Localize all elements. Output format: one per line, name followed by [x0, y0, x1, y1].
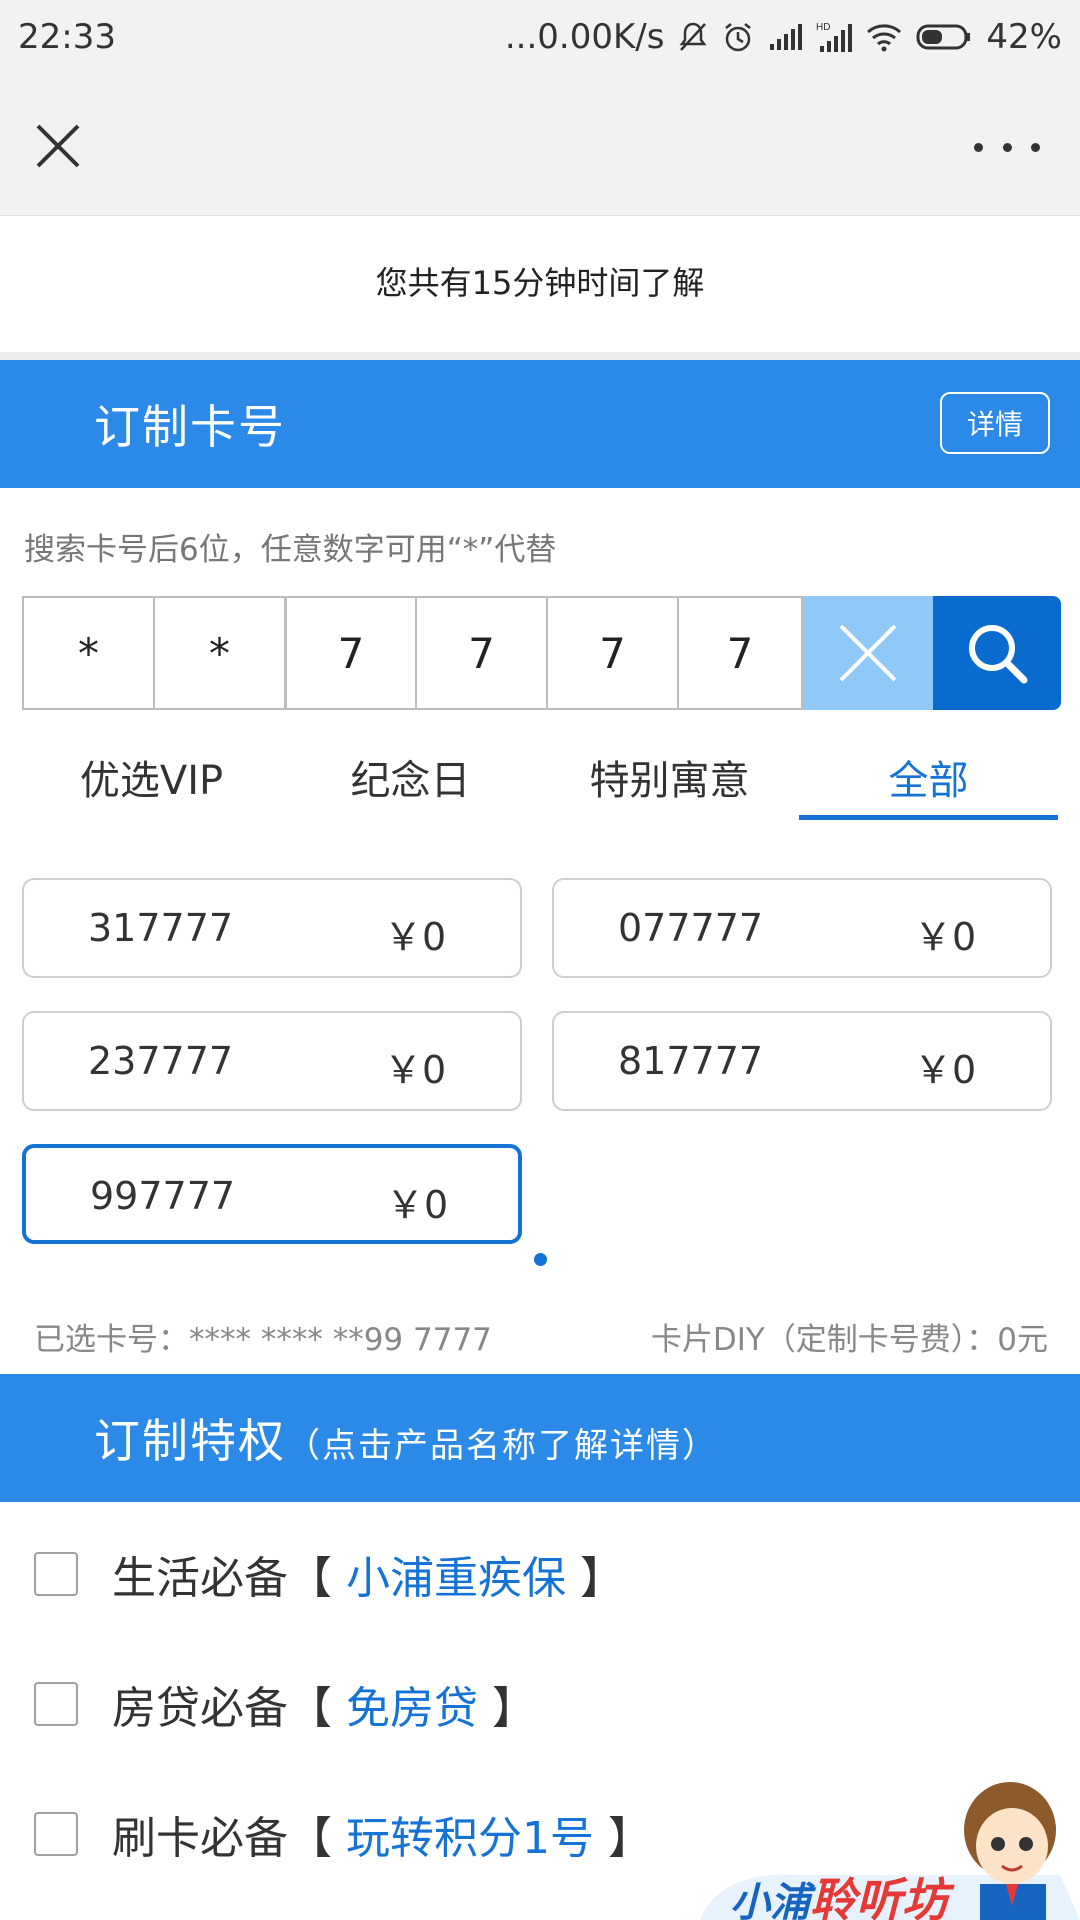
hd-signal-icon: HD: [816, 20, 853, 54]
mascot-icon: 小浦 聆听坊: [700, 1782, 1080, 1920]
privilege-item-suffix: 】: [478, 1683, 536, 1734]
digit-input-row: * * 7 7 7 7: [22, 596, 1061, 710]
time-notice: 您共有15分钟时间了解: [375, 264, 705, 302]
digit-input-5[interactable]: 7: [546, 596, 677, 710]
search-button[interactable]: [933, 596, 1061, 710]
privilege-item-text: 刷卡必备【 玩转积分1号 】: [112, 1802, 652, 1866]
wifi-icon: [866, 22, 902, 52]
privilege-item: 生活必备【 小浦重疾保 】: [0, 1534, 1080, 1614]
privilege-item-prefix: 房贷必备【: [112, 1683, 346, 1734]
number-option-number: 317777: [88, 906, 234, 950]
number-option-number: 817777: [618, 1039, 764, 1083]
search-icon: [969, 625, 1028, 684]
number-option-price: ￥0: [384, 1048, 447, 1092]
digit-input-6[interactable]: 7: [677, 596, 803, 710]
svg-text:小浦: 小浦: [730, 1881, 817, 1920]
privilege-item-text: 生活必备【 小浦重疾保 】: [112, 1542, 624, 1606]
battery-percent: 42%: [986, 17, 1062, 57]
fee-label: 卡片DIY（定制卡号费）：0元: [650, 1322, 1048, 1358]
clipped-banner: [0, 216, 1080, 224]
more-icon-dot: [1031, 142, 1040, 152]
title-bar: [0, 74, 1080, 216]
more-icon-dot: [1002, 142, 1012, 152]
number-option[interactable]: 817777 ￥0: [552, 1011, 1052, 1111]
tab-vip[interactable]: 优选VIP: [22, 740, 281, 820]
number-option-number: 237777: [88, 1039, 234, 1083]
privilege-item-prefix: 生活必备【: [112, 1553, 346, 1604]
privilege-checkbox[interactable]: [34, 1552, 78, 1596]
tab-all[interactable]: 全部: [799, 740, 1058, 820]
details-button[interactable]: 详情: [940, 392, 1050, 454]
number-option[interactable]: 237777 ￥0: [22, 1011, 522, 1111]
svg-text:HD: HD: [816, 22, 830, 33]
privilege-checkbox[interactable]: [34, 1682, 78, 1726]
status-icons: ...0.00K/s HD 42%: [505, 17, 1062, 57]
tab-special-meaning[interactable]: 特别寓意: [540, 740, 799, 820]
category-tabs: 优选VIP 纪念日 特别寓意 全部: [22, 740, 1058, 820]
number-option-selected[interactable]: 997777 ￥0: [22, 1144, 522, 1244]
privilege-item-prefix: 刷卡必备【: [112, 1813, 346, 1864]
number-option[interactable]: 317777 ￥0: [22, 878, 522, 978]
clear-button[interactable]: [803, 596, 933, 710]
privilege-subtitle: （点击产品名称了解详情）: [286, 1426, 718, 1466]
section-title: 订制卡号: [94, 400, 286, 454]
number-option[interactable]: 077777 ￥0: [552, 878, 1052, 978]
privilege-checkbox[interactable]: [34, 1812, 78, 1856]
clear-icon: [839, 624, 897, 682]
number-option-price: ￥0: [914, 915, 977, 959]
number-option-number: 077777: [618, 906, 764, 950]
more-icon-dot: [974, 142, 983, 152]
more-button[interactable]: [974, 132, 1040, 162]
privilege-item-suffix: 】: [594, 1813, 652, 1864]
number-option-price: ￥0: [914, 1048, 977, 1092]
network-speed: ...0.00K/s: [504, 17, 665, 57]
privilege-product-link[interactable]: 小浦重疾保: [346, 1553, 566, 1604]
section-divider: [0, 352, 1080, 360]
privilege-title-text: 订制特权: [94, 1414, 286, 1468]
card-number-header: 订制卡号 详情: [0, 360, 1080, 488]
close-button[interactable]: [30, 118, 86, 174]
svg-text:聆听坊: 聆听坊: [810, 1874, 955, 1920]
digit-input-3[interactable]: 7: [284, 596, 415, 710]
selected-number-label: 已选卡号：**** **** **99 7777: [34, 1322, 492, 1358]
status-bar: 22:33 ...0.00K/s HD 42%: [0, 0, 1080, 74]
signal-icon: [768, 22, 803, 52]
mascot-float-button[interactable]: 小浦 聆听坊: [660, 1780, 1080, 1920]
search-hint: 搜索卡号后6位，任意数字可用“*”代替: [24, 532, 557, 568]
privilege-product-link[interactable]: 玩转积分1号: [346, 1813, 594, 1864]
digit-input-1[interactable]: *: [22, 596, 153, 710]
digit-input-4[interactable]: 7: [415, 596, 546, 710]
number-option-price: ￥0: [386, 1183, 449, 1227]
number-option-price: ￥0: [384, 915, 447, 959]
page-indicator-dot: [534, 1253, 547, 1266]
digit-input-2[interactable]: *: [153, 596, 284, 710]
privilege-product-link[interactable]: 免房贷: [346, 1683, 478, 1734]
close-icon: [36, 124, 80, 168]
alarm-icon: [722, 20, 754, 54]
status-time: 22:33: [18, 17, 116, 57]
privilege-item-suffix: 】: [566, 1553, 624, 1604]
mute-icon: [678, 20, 708, 54]
privilege-title: 订制特权（点击产品名称了解详情）: [94, 1405, 718, 1471]
privilege-item-text: 房贷必备【 免房贷 】: [112, 1672, 536, 1736]
battery-icon: [916, 22, 972, 52]
number-option-number: 997777: [90, 1174, 236, 1218]
privilege-item: 房贷必备【 免房贷 】: [0, 1664, 1080, 1744]
privilege-header: 订制特权（点击产品名称了解详情）: [0, 1374, 1080, 1502]
tab-anniversary[interactable]: 纪念日: [281, 740, 540, 820]
